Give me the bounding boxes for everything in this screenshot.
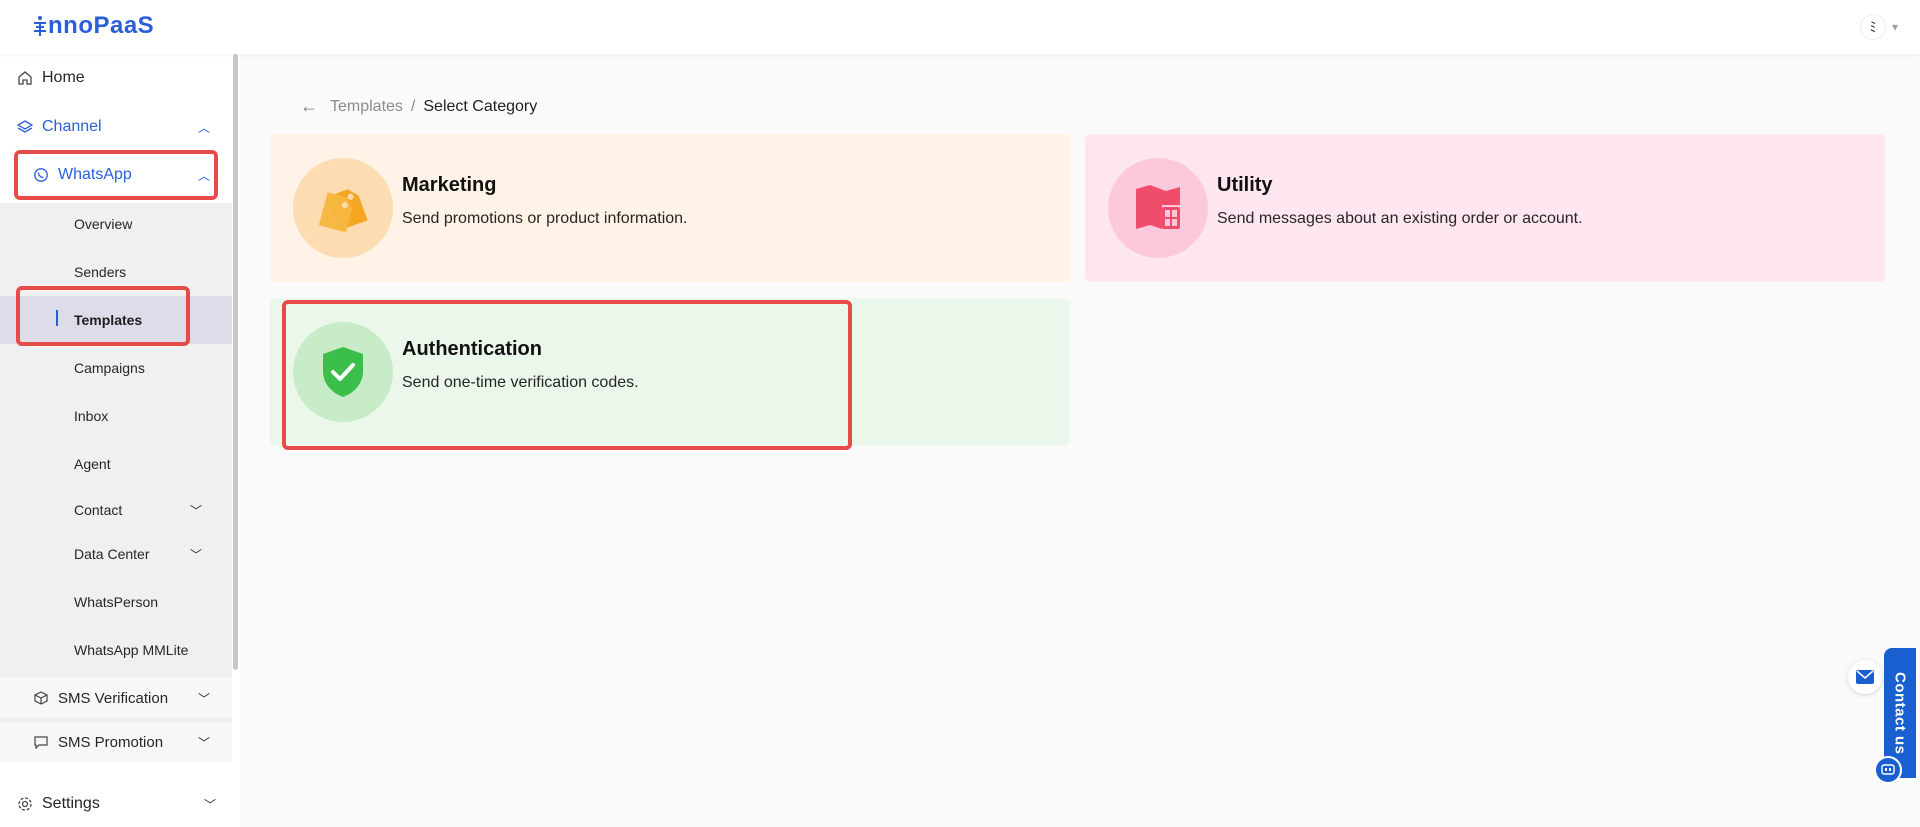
category-title: Authentication (402, 338, 542, 360)
sidebar-subitem-templates[interactable]: Templates (0, 296, 232, 344)
category-card-marketing[interactable]: Marketing Send promotions or product inf… (270, 134, 1070, 282)
sidebar-subitem-label: WhatsApp MMLite (74, 642, 189, 658)
sidebar-subitem-data-center[interactable]: Data Center ﹀ (0, 532, 232, 576)
sidebar-subitem-label: Senders (74, 264, 127, 280)
sidebar-item-label: Settings (42, 795, 100, 812)
sidebar-item-sms-promotion[interactable]: SMS Promotion ﹀ (0, 722, 232, 762)
cube-icon (32, 689, 50, 707)
sidebar-subitem-agent[interactable]: Agent (0, 442, 232, 486)
breadcrumb-templates-link[interactable]: Templates (330, 98, 403, 116)
chevron-down-icon[interactable]: ﹀ (198, 690, 210, 707)
sidebar-item-label: SMS Promotion (58, 733, 164, 751)
sidebar-item-home[interactable]: Home (0, 58, 232, 98)
sidebar-item-sms-verification[interactable]: SMS Verification ﹀ (0, 678, 232, 718)
category-title: Utility (1217, 174, 1273, 196)
avatar[interactable]: ﾐ (1859, 14, 1886, 40)
chevron-down-icon[interactable]: ﹀ (190, 546, 202, 563)
sidebar-subitem-campaigns[interactable]: Campaigns (0, 346, 232, 390)
sidebar-subitem-inbox[interactable]: Inbox (0, 394, 232, 438)
sidebar-subitem-label: Overview (74, 216, 133, 232)
chevron-down-icon[interactable]: ﹀ (198, 734, 210, 751)
chevron-down-icon[interactable]: ﹀ (204, 796, 216, 813)
user-menu[interactable]: ﾐ ▾ (1859, 14, 1898, 40)
breadcrumb-separator: / (410, 97, 416, 115)
category-card-utility[interactable]: Utility Send messages about an existing … (1085, 134, 1885, 282)
sidebar-subitem-whatsapp-mmlite[interactable]: WhatsApp MMLite (0, 628, 232, 672)
sidebar-subitem-label: Inbox (74, 408, 109, 424)
sidebar-subitem-label: Contact (74, 502, 123, 518)
home-icon (16, 69, 34, 87)
sidebar-subitem-label: WhatsPerson (74, 594, 159, 610)
sidebar-subitem-overview[interactable]: Overview (0, 202, 232, 246)
contact-us-label: Contact us (1891, 671, 1909, 755)
sidebar-scrollbar[interactable] (233, 54, 238, 670)
logo-mark-icon (34, 16, 46, 36)
caret-down-icon[interactable]: ▾ (1892, 20, 1898, 34)
sidebar-subitem-label: Campaigns (74, 360, 145, 376)
top-header: nnoPaaS ﾐ ▾ (0, 0, 1920, 54)
mail-button[interactable] (1848, 660, 1882, 694)
sidebar-subitem-whatsperson[interactable]: WhatsPerson (0, 580, 232, 624)
mail-icon (1856, 670, 1874, 684)
chevron-up-icon[interactable]: ︿ (198, 167, 210, 184)
sidebar-item-label: Channel (42, 118, 102, 135)
chevron-up-icon[interactable]: ︿ (198, 119, 210, 136)
sidebar-subitem-label: Templates (74, 312, 143, 328)
breadcrumb-current: Select Category (423, 97, 538, 115)
category-title: Marketing (402, 174, 497, 196)
tag-icon (293, 158, 393, 258)
logo[interactable]: nnoPaaS (34, 12, 154, 40)
category-description: Send promotions or product information. (402, 210, 688, 227)
arrow-left-icon[interactable]: ← (300, 96, 318, 117)
chevron-down-icon[interactable]: ﹀ (190, 502, 202, 519)
logo-text: nnoPaaS (48, 12, 155, 39)
sidebar-subitem-senders[interactable]: Senders (0, 250, 232, 294)
category-description: Send one-time verification codes. (402, 374, 639, 391)
sidebar-item-label: Home (42, 69, 85, 86)
sidebar-item-label: WhatsApp (58, 166, 132, 183)
chat-button[interactable] (1874, 756, 1902, 784)
breadcrumb: ← Templates / Select Category (300, 96, 537, 117)
sidebar-subitem-contact[interactable]: Contact ﹀ (0, 488, 232, 532)
category-description: Send messages about an existing order or… (1217, 210, 1583, 227)
sidebar-subitem-label: Agent (74, 456, 111, 472)
active-indicator (56, 310, 58, 326)
sidebar-item-label: SMS Verification (58, 689, 169, 707)
shield-check-icon (293, 322, 393, 422)
sidebar-subitem-label: Data Center (74, 546, 150, 562)
map-icon (1108, 158, 1208, 258)
chat-icon (1881, 764, 1895, 775)
sidebar-item-whatsapp[interactable]: WhatsApp ︿ (16, 155, 216, 195)
message-icon (32, 733, 50, 751)
sidebar-item-channel[interactable]: Channel ︿ (0, 107, 232, 147)
gear-icon (16, 795, 34, 813)
sidebar: Home Channel ︿ WhatsApp ︿ Overview Sende… (0, 54, 240, 827)
category-card-authentication[interactable]: Authentication Send one-time verificatio… (270, 298, 1070, 446)
whatsapp-icon (32, 166, 50, 184)
layers-icon (16, 118, 34, 136)
sidebar-item-settings[interactable]: Settings ﹀ (0, 784, 232, 824)
